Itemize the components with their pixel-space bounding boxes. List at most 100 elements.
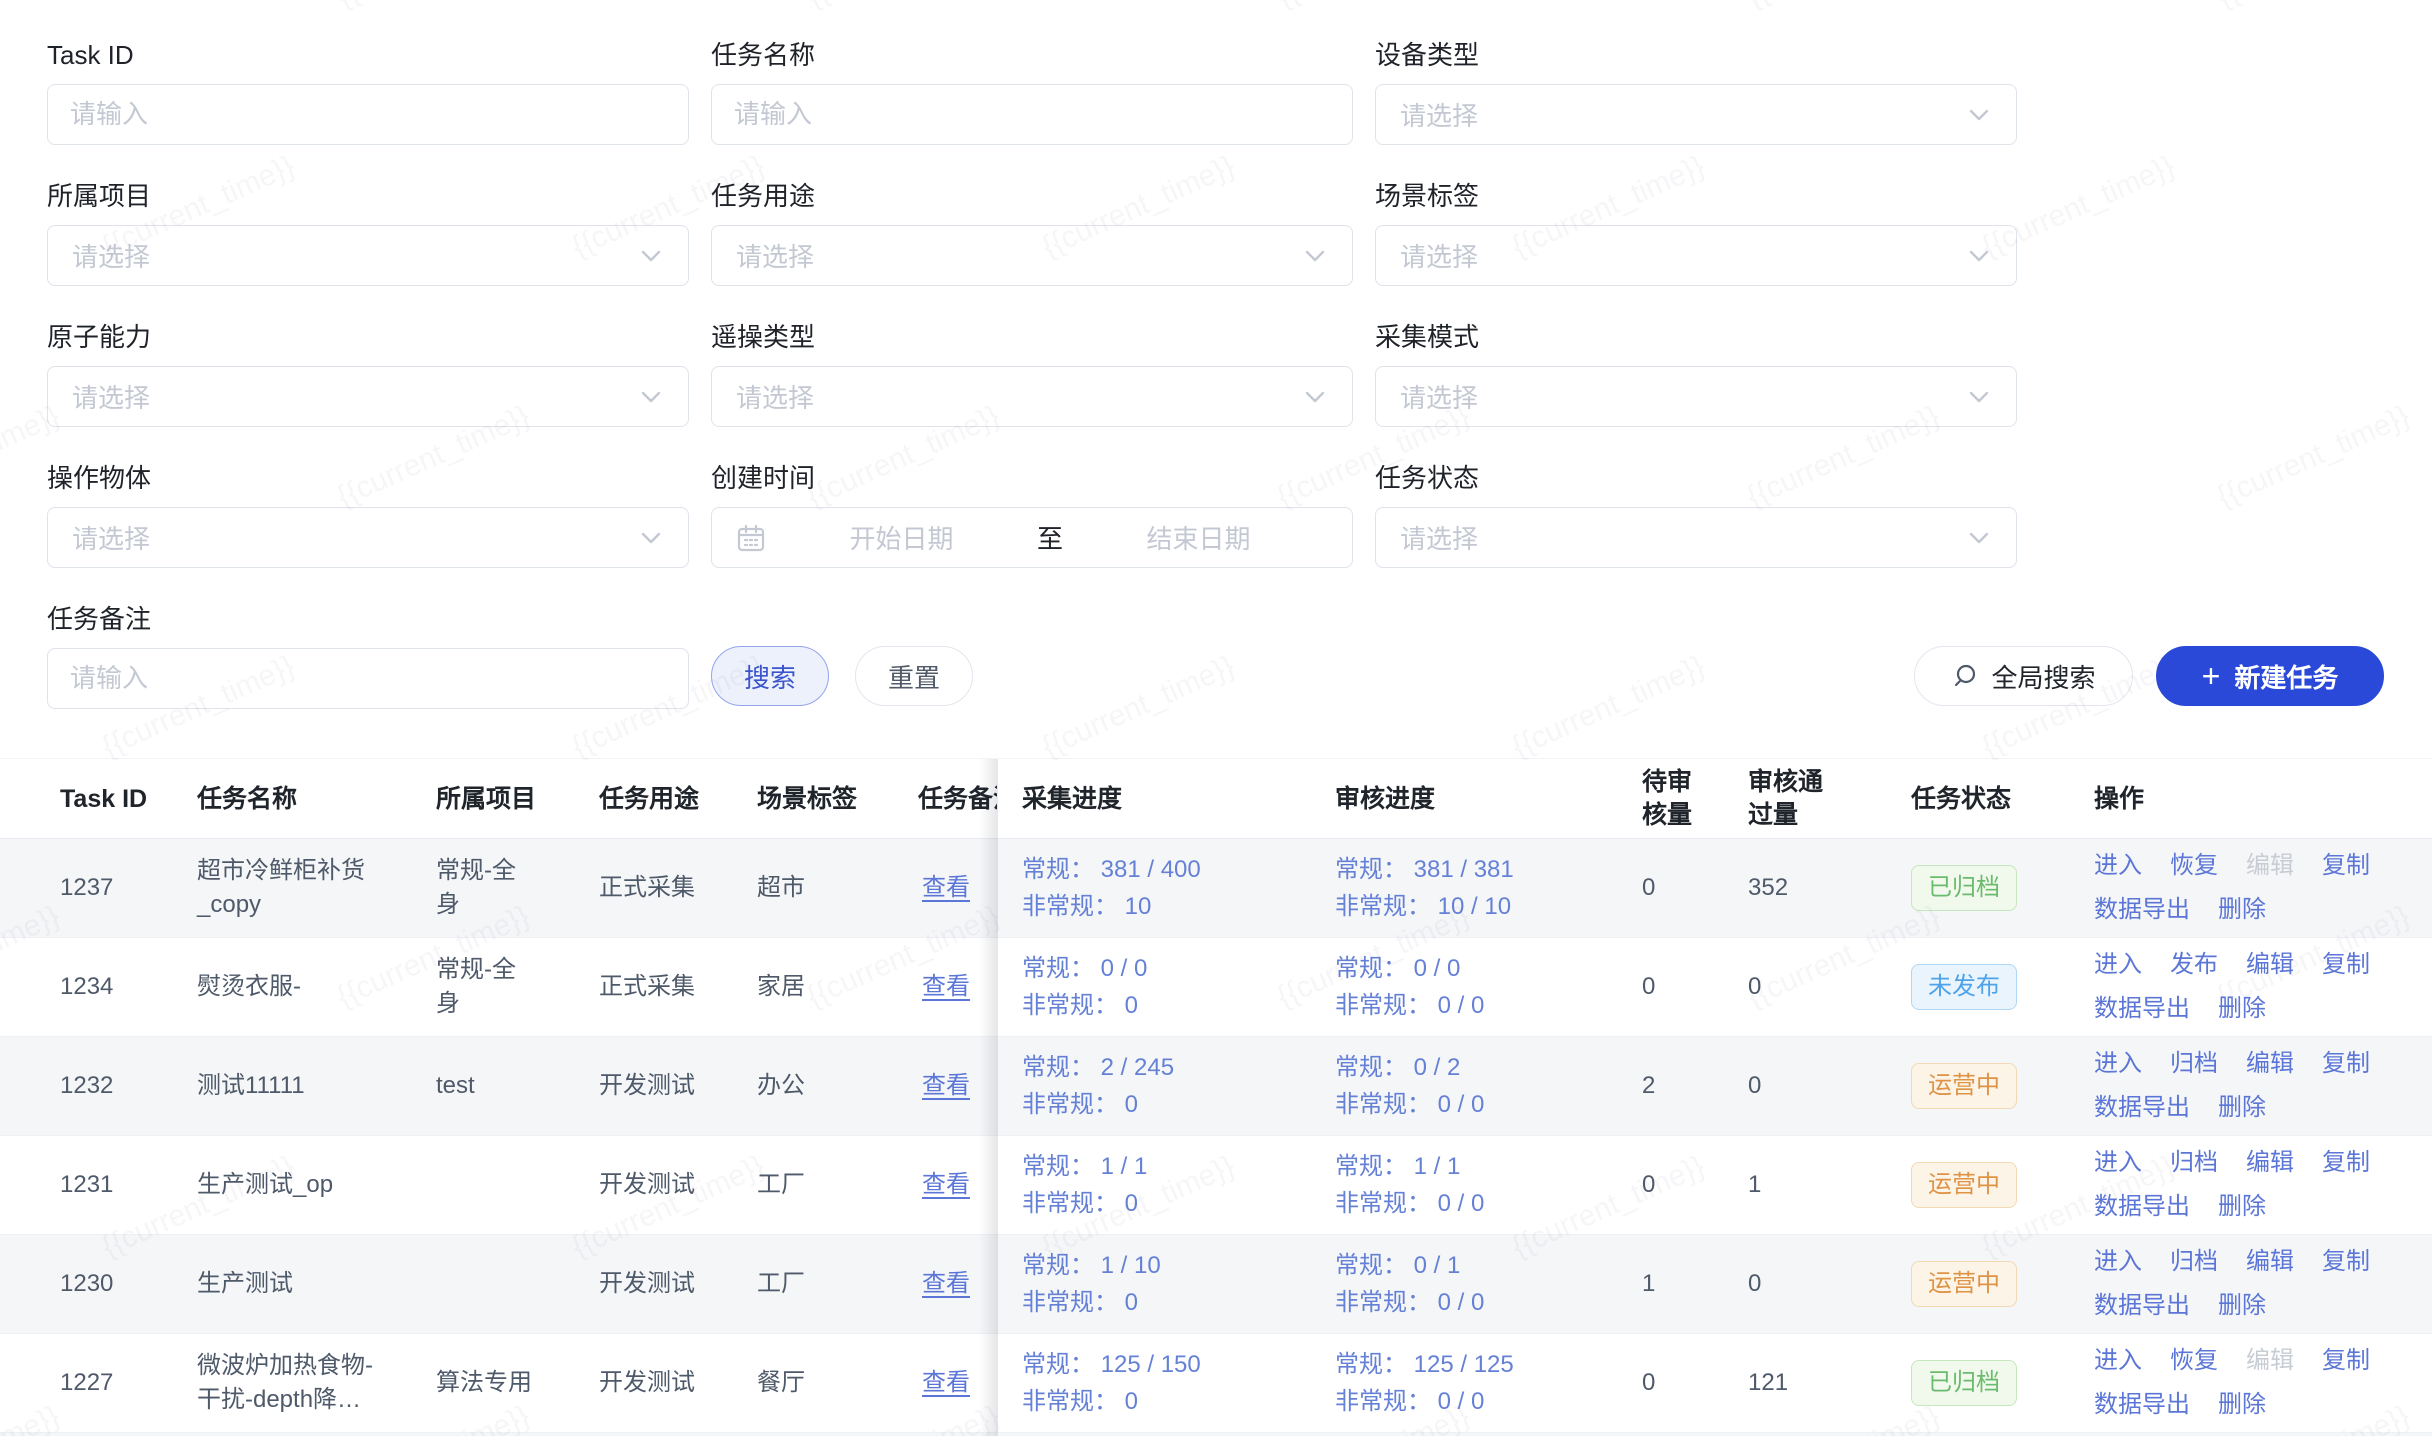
col-review-passed: 审核通过量 [1742,766,1911,832]
scene-tag-select[interactable]: 请选择 [1375,225,2017,286]
start-date-placeholder[interactable]: 开始日期 [772,519,1031,556]
watermark-text: {{current_time}} [2212,399,2415,514]
table-row: 1237 超市冷鲜柜补货 _copy 常规-全 身 正式采集 超市 查看 常规：… [0,839,2432,938]
view-remark-link[interactable]: 查看 [922,1270,970,1297]
global-search-button[interactable]: 全局搜索 [1914,646,2133,706]
task-name-input[interactable] [712,99,1352,130]
copy-link[interactable]: 复制 [2322,948,2370,982]
operate-object-select[interactable]: 请选择 [47,507,689,568]
passed-count-cell: 0 [1742,1267,1911,1301]
reset-button[interactable]: 重置 [855,646,973,706]
enter-link[interactable]: 进入 [2094,1146,2142,1180]
remark-cell: 查看 [918,970,997,1004]
filter-field-teleop-type: 遥操类型 请选择 [711,320,1353,427]
export-data-link[interactable]: 数据导出 [2094,893,2190,927]
restore-link[interactable]: 恢复 [2170,849,2218,883]
view-remark-link[interactable]: 查看 [922,1171,970,1198]
end-date-placeholder[interactable]: 结束日期 [1069,519,1328,556]
scene-cell: 超市 [757,871,918,905]
filter-field-atomic-ability: 原子能力 请选择 [47,320,689,427]
table-row: 1232 测试11111 test 开发测试 办公 查看 常规： 2 / 245… [0,1037,2432,1136]
copy-link[interactable]: 复制 [2322,1146,2370,1180]
enter-link[interactable]: 进入 [2094,1047,2142,1081]
copy-link[interactable]: 复制 [2322,849,2370,883]
col-review-progress: 审核进度 [1327,782,1630,816]
task-table: Task ID 任务名称 所属项目 任务用途 场景标签 任务备注 采集进度 审核… [0,758,2432,1436]
edit-link[interactable]: 编辑 [2246,1146,2294,1180]
delete-link[interactable]: 删除 [2218,1388,2266,1422]
remark-cell: 查看 [918,1267,997,1301]
delete-link[interactable]: 删除 [2218,992,2266,1026]
collect-mode-select[interactable]: 请选择 [1375,366,2017,427]
select-placeholder: 请选择 [736,378,814,415]
delete-link[interactable]: 删除 [2218,893,2266,927]
create-task-button[interactable]: + 新建任务 [2156,646,2384,706]
chevron-down-icon [1302,384,1328,410]
actions-cell: 进入 发布 编辑 复制 数据导出 删除 [2094,948,2432,1026]
task-name-cell: 微波炉加热食物- 干扰-depth降… [197,1349,436,1417]
watermark-text: {{current_time}} [1742,0,1945,15]
review-progress-cell: 常规： 1 / 1非常规： 0 / 0 [1327,1148,1630,1222]
teleop-type-select[interactable]: 请选择 [711,366,1353,427]
passed-count-cell: 0 [1742,970,1911,1004]
export-data-link[interactable]: 数据导出 [2094,992,2190,1026]
task-name-cell: 生产测试 [197,1267,436,1301]
delete-link[interactable]: 删除 [2218,1289,2266,1323]
project-cell: 常规-全 身 [436,953,599,1021]
enter-link[interactable]: 进入 [2094,1344,2142,1378]
delete-link[interactable]: 删除 [2218,1190,2266,1224]
project-select[interactable]: 请选择 [47,225,689,286]
collect-progress-cell: 常规： 125 / 150非常规： 0 [997,1346,1327,1420]
enter-link[interactable]: 进入 [2094,948,2142,982]
archive-link[interactable]: 归档 [2170,1047,2218,1081]
view-remark-link[interactable]: 查看 [922,1369,970,1396]
edit-link[interactable]: 编辑 [2246,948,2294,982]
view-remark-link[interactable]: 查看 [922,1072,970,1099]
device-type-select[interactable]: 请选择 [1375,84,2017,145]
col-actions: 操作 [2094,782,2432,816]
enter-link[interactable]: 进入 [2094,1245,2142,1279]
collect-progress-cell: 常规： 1 / 1非常规： 0 [997,1148,1327,1222]
enter-link[interactable]: 进入 [2094,849,2142,883]
view-remark-link[interactable]: 查看 [922,973,970,1000]
global-search-label: 全局搜索 [1991,658,2095,695]
task-status-select[interactable]: 请选择 [1375,507,2017,568]
watermark-text: {{current_time}} [2212,0,2415,15]
archive-link[interactable]: 归档 [2170,1245,2218,1279]
atomic-ability-select[interactable]: 请选择 [47,366,689,427]
col-task-status: 任务状态 [1911,782,2094,816]
task-remark-input[interactable] [48,663,688,694]
view-remark-link[interactable]: 查看 [922,874,970,901]
publish-link[interactable]: 发布 [2170,948,2218,982]
task-id-cell: 1234 [0,970,197,1004]
export-data-link[interactable]: 数据导出 [2094,1289,2190,1323]
actions-cell: 进入 归档 编辑 复制 数据导出 删除 [2094,1146,2432,1224]
edit-link[interactable]: 编辑 [2246,1047,2294,1081]
copy-link[interactable]: 复制 [2322,1047,2370,1081]
col-collect-progress: 采集进度 [997,782,1327,816]
purpose-select[interactable]: 请选择 [711,225,1353,286]
status-badge: 运营中 [1911,1261,2017,1307]
export-data-link[interactable]: 数据导出 [2094,1091,2190,1125]
field-label: 任务用途 [711,179,1353,213]
export-data-link[interactable]: 数据导出 [2094,1388,2190,1422]
task-name-cell: 超市冷鲜柜补货 _copy [197,854,436,922]
task-id-cell: 1237 [0,871,197,905]
watermark-text: {{current_time}} [1272,0,1475,15]
restore-link[interactable]: 恢复 [2170,1344,2218,1378]
field-label: 操作物体 [47,461,689,495]
status-cell: 运营中 [1911,1162,2094,1208]
delete-link[interactable]: 删除 [2218,1091,2266,1125]
export-data-link[interactable]: 数据导出 [2094,1190,2190,1224]
archive-link[interactable]: 归档 [2170,1146,2218,1180]
copy-link[interactable]: 复制 [2322,1245,2370,1279]
purpose-cell: 正式采集 [599,970,757,1004]
search-button[interactable]: 搜索 [711,646,829,706]
task-id-input[interactable] [48,99,688,130]
chevron-down-icon [1302,243,1328,269]
actions-cell: 进入 恢复 编辑 复制 数据导出 删除 [2094,849,2432,927]
copy-link[interactable]: 复制 [2322,1344,2370,1378]
col-scene-tag: 场景标签 [757,782,918,816]
edit-link[interactable]: 编辑 [2246,1245,2294,1279]
create-time-range[interactable]: 开始日期 至 结束日期 [711,507,1353,568]
